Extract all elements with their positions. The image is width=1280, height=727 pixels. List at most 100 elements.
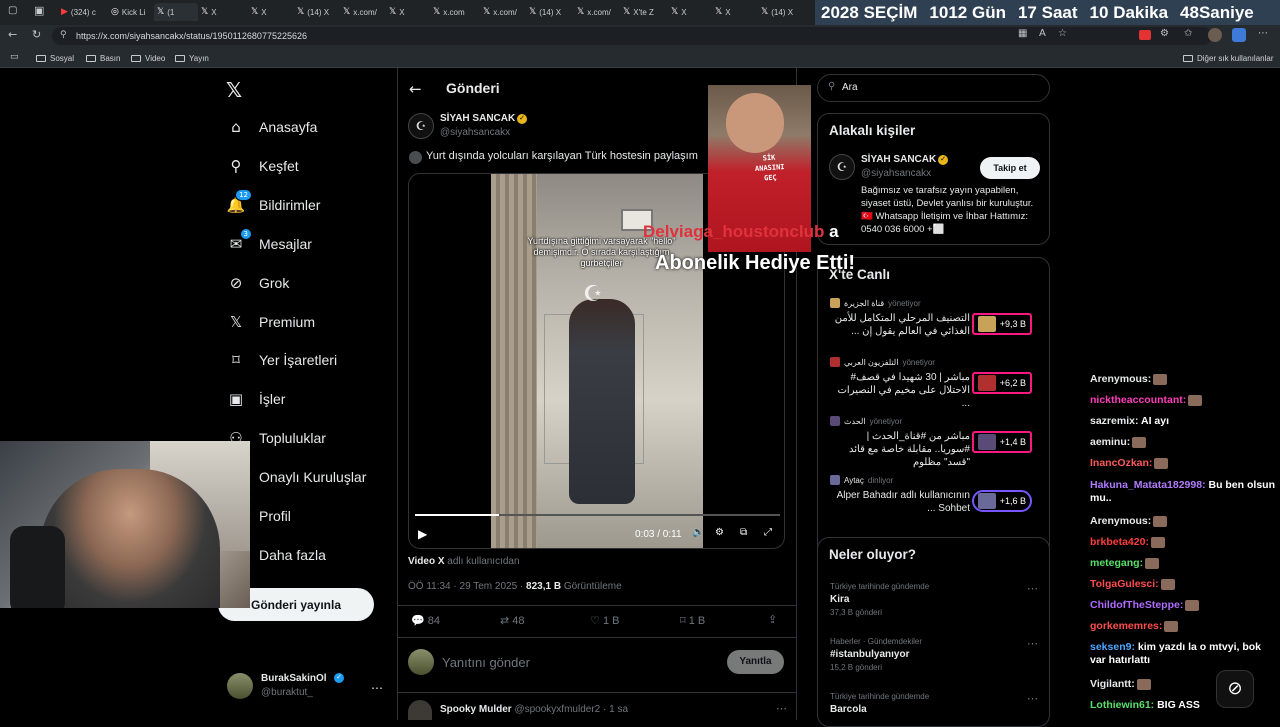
chat-username[interactable]: Hakuna_Matata182998: bbox=[1090, 479, 1206, 491]
reply-button[interactable]: Yanıtla bbox=[727, 650, 784, 674]
profile-icon[interactable]: ▢ bbox=[8, 5, 17, 16]
chat-username[interactable]: metegang: bbox=[1090, 557, 1143, 569]
chat-username[interactable]: Arenymous: bbox=[1090, 373, 1151, 385]
live-space-item[interactable]: قناة الجزيرة yönetiyor التصنيف المرحلي الم… bbox=[830, 298, 1042, 350]
chat-username[interactable]: Vigilantt: bbox=[1090, 678, 1135, 690]
bookmark-folder-yayin[interactable]: Yayın bbox=[175, 54, 209, 63]
site-info-icon[interactable]: ⚲ bbox=[60, 30, 67, 40]
browser-tab[interactable]: 𝕏x.com bbox=[430, 3, 474, 21]
nav-item-anasayfa[interactable]: ⌂ Anasayfa bbox=[227, 118, 317, 136]
chat-username[interactable]: Arenymous: bbox=[1090, 515, 1151, 527]
author-name[interactable]: SİYAH SANCAK bbox=[440, 113, 515, 124]
next-reply-more-icon[interactable]: ⋯ bbox=[776, 702, 787, 715]
reload-icon[interactable]: ↻ bbox=[32, 28, 41, 41]
reply-input[interactable]: Yanıtını gönder bbox=[442, 655, 530, 670]
x-logo-icon[interactable]: 𝕏 bbox=[226, 78, 242, 102]
browser-tab[interactable]: 𝕏X bbox=[712, 3, 756, 21]
nav-item-keşfet[interactable]: ⚲ Keşfet bbox=[227, 157, 299, 175]
chat-username[interactable]: nicktheaccountant: bbox=[1090, 394, 1186, 406]
more-menu-icon[interactable]: ⋯ bbox=[1258, 28, 1268, 39]
browser-tab[interactable]: 𝕏X bbox=[668, 3, 712, 21]
other-bookmarks-folder[interactable]: Diğer sık kullanılanlar bbox=[1183, 54, 1273, 63]
chat-username[interactable]: seksen9: bbox=[1090, 641, 1135, 653]
next-reply-header[interactable]: Spooky Mulder @spookyxfmulder2 · 1 sa bbox=[440, 704, 628, 715]
tab-actions-icon[interactable]: ▣ bbox=[34, 4, 44, 17]
browser-tab[interactable]: 𝕏x.com/ bbox=[574, 3, 618, 21]
nav-item-bildirimler[interactable]: 🔔 12 Bildirimler bbox=[227, 188, 320, 214]
fullscreen-icon[interactable]: ⤢ bbox=[764, 527, 772, 538]
browser-tab[interactable]: 𝕏X bbox=[386, 3, 430, 21]
browser-tab[interactable]: 𝕏 (14) X bbox=[294, 3, 338, 21]
search-box[interactable]: ⚲ Ara bbox=[817, 74, 1050, 102]
browser-tab[interactable]: 𝕏 (14) X bbox=[526, 3, 570, 21]
live-space-item[interactable]: Aytaç dinliyor Alper Bahadır adlı kullanıc… bbox=[830, 475, 1042, 527]
author-handle[interactable]: @siyahsancakx bbox=[440, 127, 510, 138]
youtube-extension-icon[interactable] bbox=[1139, 30, 1151, 40]
chat-username[interactable]: aeminu: bbox=[1090, 436, 1130, 448]
browser-tab[interactable]: 𝕏x.com/ bbox=[340, 3, 384, 21]
related-name[interactable]: SİYAH SANCAK bbox=[861, 154, 936, 165]
related-avatar[interactable]: ☪ bbox=[829, 154, 855, 180]
trend-item[interactable]: Türkiye tarihinde gündemde Barcola ⋯ bbox=[830, 692, 1042, 718]
bookmark-action[interactable]: ⌑ 1 B bbox=[680, 614, 705, 627]
nav-item-grok[interactable]: ⊘ Grok bbox=[227, 274, 290, 292]
extensions-icon[interactable]: ▦ bbox=[1018, 28, 1027, 39]
trend-item[interactable]: Türkiye tarihinde gündemde Kira 37,3 B gön… bbox=[830, 582, 1042, 617]
reply-action[interactable]: 💬 84 bbox=[411, 614, 440, 627]
back-arrow-icon[interactable]: ← bbox=[409, 80, 422, 98]
chat-username[interactable]: InancOzkan: bbox=[1090, 457, 1152, 469]
favorites-icon[interactable]: ✩ bbox=[1184, 28, 1192, 39]
chat-username[interactable]: TolgaGulesci: bbox=[1090, 578, 1159, 590]
settings-icon[interactable]: ⚙ bbox=[715, 527, 724, 538]
author-avatar[interactable]: ☪ bbox=[408, 113, 434, 139]
trend-item[interactable]: Haberler · Gündemdekiler #istanbulyanıyor… bbox=[830, 637, 1042, 672]
read-aloud-icon[interactable]: A bbox=[1039, 28, 1046, 39]
account-more-icon[interactable]: ⋯ bbox=[371, 681, 383, 695]
repost-action[interactable]: ⇄ 48 bbox=[500, 614, 525, 627]
browser-tab[interactable]: 𝕏x.com/ bbox=[480, 3, 524, 21]
browser-tab[interactable]: 𝕏 (14) X bbox=[758, 3, 810, 21]
grok-floating-button[interactable]: ⊘ bbox=[1216, 670, 1254, 708]
account-switcher[interactable]: BurakSakinOl ✓ @buraktut_ ⋯ bbox=[227, 671, 387, 707]
chat-username[interactable]: gorkememres: bbox=[1090, 620, 1162, 632]
browser-tab[interactable]: 𝕏X bbox=[198, 3, 242, 21]
video-progress-bar[interactable] bbox=[415, 514, 780, 516]
profile-avatar[interactable] bbox=[1208, 28, 1222, 42]
settings-sync-icon[interactable]: ⚙ bbox=[1160, 28, 1169, 39]
share-icon[interactable]: ⇪ bbox=[768, 613, 777, 626]
trend-more-icon[interactable]: ⋯ bbox=[1027, 637, 1038, 650]
search-input[interactable]: Ara bbox=[842, 82, 858, 93]
bookmark-folder-basin[interactable]: Basın bbox=[86, 54, 120, 63]
trend-more-icon[interactable]: ⋯ bbox=[1027, 582, 1038, 595]
mute-icon[interactable]: 🔈 bbox=[692, 527, 704, 538]
bookmark-folder-sosyal[interactable]: Sosyal bbox=[36, 54, 74, 63]
picture-in-picture-icon[interactable]: ⧉ bbox=[740, 527, 747, 538]
nav-item-i-şler[interactable]: ▣ İşler bbox=[227, 390, 286, 408]
browser-tab[interactable]: ▶ (324) c bbox=[58, 3, 102, 21]
tab-label: Kick Li bbox=[121, 7, 146, 17]
browser-tab[interactable]: 𝕏X bbox=[248, 3, 292, 21]
browser-tab[interactable]: 𝕏 X'te Z bbox=[620, 3, 664, 21]
live-space-item[interactable]: الحدث yönetiyor مباشر من #قناة_الحدث | #سو… bbox=[830, 416, 1042, 468]
live-space-item[interactable]: التلفزيون العربي yönetiyor مباشر | 30 شهيد… bbox=[830, 357, 1042, 409]
play-icon[interactable]: ▶ bbox=[418, 527, 427, 541]
browser-tab[interactable]: ◎ Kick Li bbox=[108, 3, 152, 21]
nav-item-yer-i-şaretleri[interactable]: ⌑ Yer İşaretleri bbox=[227, 351, 337, 369]
chat-username[interactable]: brkbeta420: bbox=[1090, 536, 1149, 548]
nav-item-mesajlar[interactable]: ✉ 3 Mesajlar bbox=[227, 227, 312, 253]
url-field[interactable]: ⚲ https://x.com/siyahsancakx/status/1950… bbox=[52, 27, 1212, 45]
browser-tab[interactable]: 𝕏 (1 bbox=[154, 3, 198, 21]
back-arrow-icon[interactable]: ← bbox=[8, 28, 17, 41]
copilot-icon[interactable] bbox=[1232, 28, 1246, 42]
follow-button[interactable]: Takip et bbox=[980, 157, 1040, 179]
chat-username[interactable]: sazremix: bbox=[1090, 415, 1138, 427]
video-attribution[interactable]: Video X adlı kullanıcıdan bbox=[408, 556, 520, 567]
chat-username[interactable]: Lothiewin61: bbox=[1090, 699, 1154, 711]
favorite-star-icon[interactable]: ☆ bbox=[1058, 28, 1067, 39]
chat-username[interactable]: ChildofTheSteppe: bbox=[1090, 599, 1183, 611]
nav-item-premium[interactable]: 𝕏 Premium bbox=[227, 313, 315, 331]
bookmark-folder-video[interactable]: Video bbox=[131, 54, 165, 63]
bookmarks-menu-icon[interactable]: ▭ bbox=[10, 52, 19, 62]
trend-more-icon[interactable]: ⋯ bbox=[1027, 692, 1038, 705]
like-action[interactable]: ♡ 1 B bbox=[590, 614, 619, 627]
